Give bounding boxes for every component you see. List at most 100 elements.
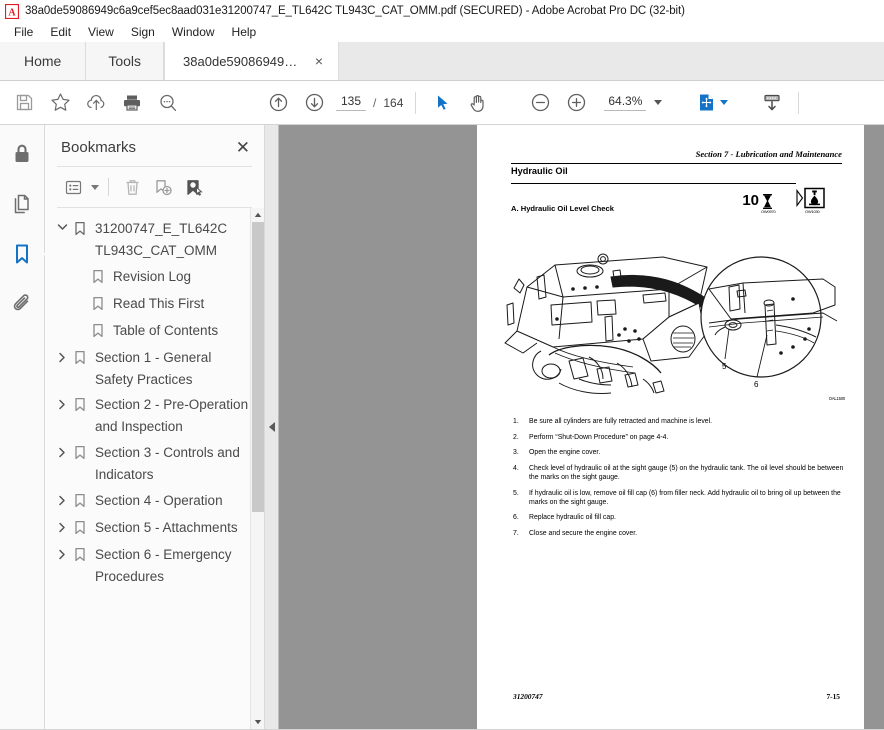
step-number: 3. xyxy=(513,449,519,457)
delete-bookmark-icon[interactable] xyxy=(118,174,146,200)
chevron-right-icon[interactable] xyxy=(55,394,69,410)
twisty-placeholder xyxy=(73,293,87,298)
bookmarks-title: Bookmarks xyxy=(61,139,137,156)
bookmark-item-section-3[interactable]: Section 3 - Controls and Indicators xyxy=(45,440,264,488)
tab-home-label: Home xyxy=(24,53,62,69)
step-text: Open the engine cover. xyxy=(529,449,601,457)
print-icon[interactable] xyxy=(114,85,150,121)
bookmark-icon xyxy=(92,293,108,316)
select-tool-button[interactable] xyxy=(424,85,460,121)
pdf-page: Section 7 - Lubrication and Maintenance … xyxy=(477,125,864,729)
header-rule xyxy=(511,163,842,165)
collapse-panel-handle[interactable] xyxy=(265,125,279,729)
page-separator: / xyxy=(373,95,377,110)
document-heading: A. Hydraulic Oil Level Check xyxy=(511,204,614,213)
bookmark-options-chevron-icon[interactable] xyxy=(91,184,99,190)
bookmark-icon xyxy=(74,347,90,370)
instruction-steps: 1. Be sure all cylinders are fully retra… xyxy=(513,417,850,544)
bookmark-item-section-4[interactable]: Section 4 - Operation xyxy=(45,488,264,515)
document-viewer: Section 7 - Lubrication and Maintenance … xyxy=(265,125,884,729)
bookmark-label: Section 4 - Operation xyxy=(95,492,223,508)
zoom-out-button[interactable] xyxy=(522,85,558,121)
scroll-up-arrow-icon[interactable] xyxy=(251,208,264,222)
scroll-down-arrow-icon[interactable] xyxy=(251,715,264,729)
title-bar: A 38a0de59086949c6a9cef5ec8aad031e312007… xyxy=(0,0,884,22)
bookmark-item-root[interactable]: 31200747_E_TL642C TL943C_CAT_OMM xyxy=(45,216,264,264)
fit-page-chevron-icon[interactable] xyxy=(720,100,729,105)
menu-help[interactable]: Help xyxy=(224,23,266,42)
menu-window[interactable]: Window xyxy=(164,23,224,42)
bookmark-label: Section 5 - Attachments xyxy=(95,519,238,535)
bookmark-item-table-of-contents[interactable]: Table of Contents xyxy=(45,318,264,345)
bookmarks-icon[interactable] xyxy=(5,237,51,271)
close-icon[interactable]: ✕ xyxy=(236,139,250,156)
save-button[interactable] xyxy=(6,85,42,121)
bookmarks-header: Bookmarks ✕ xyxy=(45,125,264,166)
zoom-level-value[interactable]: 64.3% xyxy=(604,94,647,111)
new-bookmark-icon[interactable] xyxy=(149,174,177,200)
chevron-down-icon[interactable] xyxy=(654,100,663,105)
bookmark-item-section-2[interactable]: Section 2 - Pre-Operation and Inspection xyxy=(45,392,264,440)
bookmarks-scrollbar[interactable] xyxy=(250,208,264,729)
bookmark-label: Section 1 - General Safety Practices xyxy=(95,349,212,387)
attachments-icon[interactable] xyxy=(5,287,39,321)
toolbar-divider xyxy=(415,91,417,114)
menu-sign[interactable]: Sign xyxy=(123,23,164,42)
star-icon[interactable] xyxy=(42,85,78,121)
chevron-right-icon[interactable] xyxy=(55,490,69,506)
chevron-right-icon[interactable] xyxy=(55,544,69,560)
step-text: Be sure all cylinders are fully retracte… xyxy=(529,418,713,425)
page-thumbnails-icon[interactable] xyxy=(5,187,39,221)
oil-fill-icon xyxy=(796,187,825,209)
bookmark-item-read-this-first[interactable]: Read This First xyxy=(45,291,264,318)
bookmark-label: Table of Contents xyxy=(113,322,219,338)
zoom-in-button[interactable] xyxy=(558,85,594,121)
scroll-mode-button[interactable] xyxy=(754,85,790,121)
search-icon[interactable] xyxy=(150,85,186,121)
bookmark-options-icon[interactable] xyxy=(59,174,87,200)
bookmark-label: Section 3 - Controls and Indicators xyxy=(95,445,240,483)
fit-page-button[interactable] xyxy=(688,85,724,121)
tab-document[interactable]: 38a0de59086949c... × xyxy=(164,42,340,80)
close-icon[interactable]: × xyxy=(312,52,326,70)
chevron-right-icon[interactable] xyxy=(55,442,69,458)
bookmark-select-icon[interactable] xyxy=(180,174,208,200)
step-item: 6. Replace hydraulic oil fill cap. xyxy=(513,513,850,522)
bookmark-label: Revision Log xyxy=(113,268,192,284)
hand-tool-button[interactable] xyxy=(460,85,496,121)
chevron-right-icon[interactable] xyxy=(55,347,69,363)
bookmark-label: Section 2 - Pre-Operation and Inspection xyxy=(95,397,249,435)
menu-file[interactable]: File xyxy=(6,23,42,42)
bookmark-label: 31200747_E_TL642C TL943C_CAT_OMM xyxy=(95,221,228,258)
footer-document-number: 31200747 xyxy=(513,692,543,701)
tab-tools[interactable]: Tools xyxy=(86,42,165,80)
tab-strip: Home Tools 38a0de59086949c... × xyxy=(0,42,884,81)
technical-illustration: 5 6 OAL1500 xyxy=(493,243,853,403)
twisty-placeholder xyxy=(73,266,87,271)
previous-page-button[interactable] xyxy=(260,85,296,121)
security-lock-icon[interactable] xyxy=(5,137,39,171)
cloud-upload-icon[interactable] xyxy=(78,85,114,121)
menu-view[interactable]: View xyxy=(80,23,123,42)
chevron-down-icon[interactable] xyxy=(55,218,69,231)
current-page-input[interactable]: 135 xyxy=(336,94,366,111)
bookmark-item-section-6[interactable]: Section 6 - Emergency Procedures xyxy=(45,542,264,590)
next-page-button[interactable] xyxy=(296,85,332,121)
document-section-header: Section 7 - Lubrication and Maintenance xyxy=(695,149,842,159)
bookmark-item-section-5[interactable]: Section 5 - Attachments xyxy=(45,515,264,542)
bookmark-item-revision-log[interactable]: Revision Log xyxy=(45,264,264,291)
step-text: Close and secure the engine cover. xyxy=(529,529,638,537)
window-title: 38a0de59086949c6a9cef5ec8aad031e31200747… xyxy=(25,5,685,17)
chevron-right-icon[interactable] xyxy=(55,517,69,533)
scrollbar-thumb[interactable] xyxy=(252,222,264,512)
chevron-left-icon xyxy=(268,422,275,432)
menu-edit[interactable]: Edit xyxy=(42,23,80,42)
bookmark-icon xyxy=(74,394,90,417)
fluid-symbol-badge: OW1030 xyxy=(796,187,826,214)
tab-home[interactable]: Home xyxy=(0,42,87,80)
bookmark-item-section-1[interactable]: Section 1 - General Safety Practices xyxy=(45,345,264,393)
fluid-symbol-code: OW1030 xyxy=(805,209,820,214)
step-text: Perform “Shut-Down Procedure” on page 4-… xyxy=(529,433,669,441)
tab-strip-filler xyxy=(339,42,884,80)
figure-code: OAL1500 xyxy=(828,396,846,401)
